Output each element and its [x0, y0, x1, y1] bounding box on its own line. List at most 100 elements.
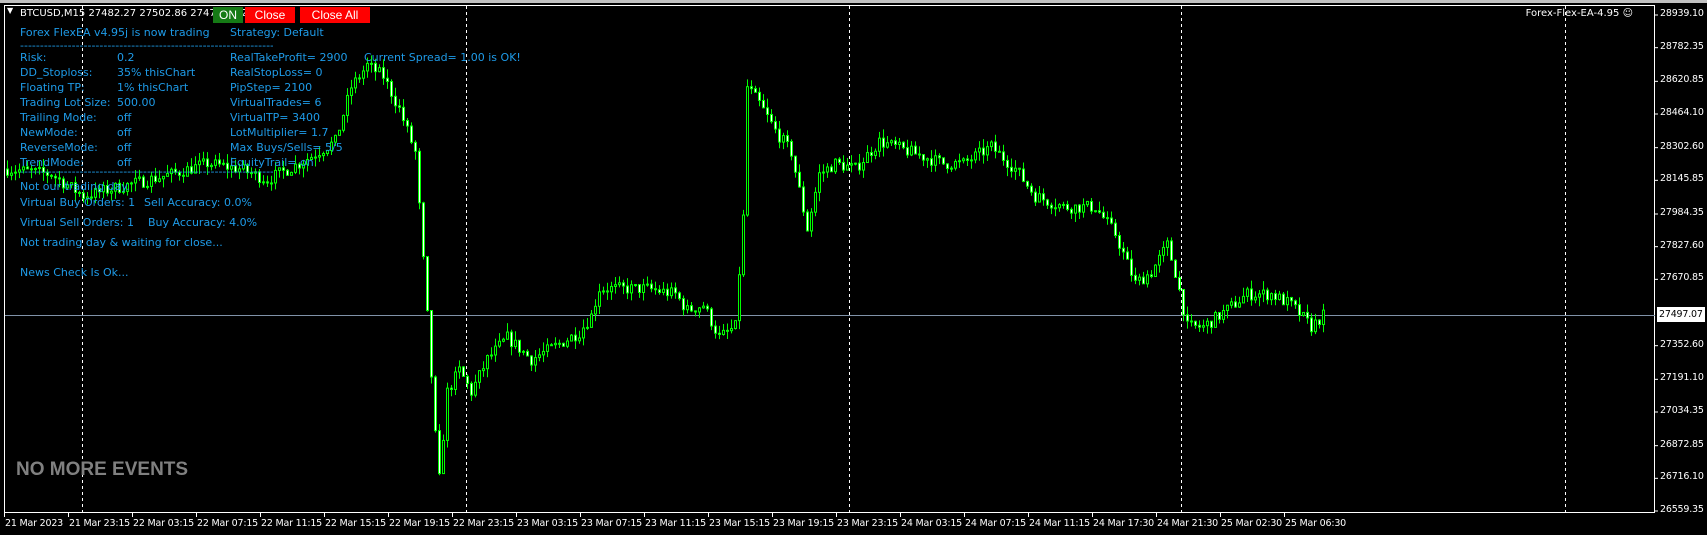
- bull-candle: [1230, 301, 1233, 306]
- bull-candle: [550, 344, 553, 347]
- bull-candle: [594, 305, 597, 315]
- bull-candle: [454, 371, 457, 390]
- setting-value: 1% thisChart: [117, 81, 189, 94]
- bear-candle: [966, 158, 969, 161]
- on-button[interactable]: ON: [213, 7, 243, 23]
- bull-candle: [734, 320, 737, 330]
- bear-candle: [1026, 180, 1029, 187]
- bear-candle: [762, 99, 765, 109]
- bull-candle: [618, 282, 621, 286]
- bear-candle: [1030, 185, 1033, 193]
- bull-candle: [630, 284, 633, 294]
- bull-candle: [742, 214, 745, 276]
- bull-candle: [1082, 204, 1085, 213]
- bull-candle: [886, 142, 889, 148]
- bull-candle: [950, 167, 953, 170]
- bear-candle: [918, 153, 921, 156]
- setting-value: off: [117, 126, 132, 139]
- bull-candle: [350, 87, 353, 96]
- bear-candle: [906, 147, 909, 156]
- price-tick-label: 26716.10: [1660, 471, 1704, 483]
- bull-candle: [498, 340, 501, 347]
- setting-right: RealStopLoss= 0: [230, 66, 323, 79]
- bear-candle: [1134, 274, 1137, 281]
- bull-candle: [130, 182, 133, 185]
- bull-candle: [1278, 293, 1281, 301]
- price-tick-label: 27827.60: [1660, 239, 1704, 251]
- price-tick-label: 27670.85: [1660, 272, 1704, 284]
- bear-candle: [770, 113, 773, 123]
- price-tick-label: 27984.35: [1660, 206, 1704, 218]
- bull-candle: [1214, 312, 1217, 328]
- bull-candle: [730, 328, 733, 332]
- bull-candle: [1262, 289, 1265, 295]
- bull-candle: [146, 185, 149, 188]
- bull-candle: [662, 288, 665, 293]
- time-tick-label: 22 Mar 07:15: [197, 518, 259, 529]
- events-label: NO MORE EVENTS: [16, 459, 189, 480]
- bear-candle: [1118, 235, 1121, 249]
- bull-candle: [1246, 288, 1249, 297]
- price-tick-label: 28145.85: [1660, 173, 1704, 185]
- ea-label: Forex-Flex-EA-4.95 ☺: [1526, 8, 1633, 19]
- setting-right: Max Buys/Sells= 5/5: [230, 141, 343, 154]
- bull-candle: [506, 331, 509, 340]
- time-tick-label: 22 Mar 19:15: [389, 518, 451, 529]
- bull-candle: [874, 150, 877, 156]
- bear-candle: [758, 91, 761, 101]
- close-all-button[interactable]: Close All: [300, 7, 370, 23]
- bull-candle: [822, 171, 825, 174]
- bull-candle: [974, 151, 977, 161]
- bear-candle: [750, 86, 753, 90]
- bull-candle: [978, 147, 981, 153]
- price-tick-label: 27352.60: [1660, 338, 1704, 350]
- bull-candle: [354, 77, 357, 89]
- bear-candle: [1290, 297, 1293, 302]
- price-tick-label: 28302.60: [1660, 140, 1704, 152]
- bear-candle: [1126, 251, 1129, 260]
- bear-candle: [842, 161, 845, 171]
- setting-right: LotMultiplier= 1.7: [230, 126, 329, 139]
- bear-candle: [830, 166, 833, 173]
- bear-candle: [1170, 240, 1173, 261]
- bear-candle: [390, 81, 393, 97]
- bear-candle: [718, 332, 721, 335]
- bull-candle: [970, 159, 973, 162]
- spread-status: Current Spread= 1.00 is OK!: [364, 51, 521, 64]
- bear-candle: [778, 128, 781, 143]
- bull-candle: [1314, 319, 1317, 333]
- bull-candle: [634, 284, 637, 287]
- bull-candle: [318, 155, 321, 158]
- bear-candle: [386, 77, 389, 83]
- news-status: News Check Is Ok...: [20, 266, 129, 279]
- bear-candle: [434, 376, 437, 432]
- close-button[interactable]: Close: [245, 7, 295, 23]
- bear-candle: [806, 211, 809, 232]
- bull-candle: [314, 156, 317, 159]
- bear-candle: [438, 430, 441, 475]
- bear-candle: [466, 375, 469, 384]
- bull-candle: [746, 86, 749, 216]
- bear-candle: [1046, 199, 1049, 206]
- bear-candle: [58, 177, 61, 180]
- bear-candle: [1110, 217, 1113, 224]
- bull-candle: [590, 313, 593, 328]
- bull-candle: [1038, 193, 1041, 203]
- bear-candle: [530, 355, 533, 366]
- bear-candle: [1010, 166, 1013, 172]
- chart-menu-triangle-icon[interactable]: ▼: [7, 6, 13, 15]
- bear-candle: [838, 158, 841, 163]
- bear-candle: [914, 145, 917, 155]
- time-tick-label: 24 Mar 03:15: [901, 518, 963, 529]
- bull-candle: [846, 164, 849, 171]
- bear-candle: [462, 366, 465, 377]
- bull-candle: [850, 163, 853, 166]
- setting-label: ReverseMode:: [20, 141, 98, 154]
- setting-right: RealTakeProfit= 2900: [230, 51, 348, 64]
- bear-candle: [518, 339, 521, 353]
- bear-candle: [1078, 204, 1081, 213]
- bull-candle: [934, 155, 937, 166]
- bull-candle: [1162, 246, 1165, 256]
- bear-candle: [1234, 301, 1237, 308]
- setting-value: off: [117, 111, 132, 124]
